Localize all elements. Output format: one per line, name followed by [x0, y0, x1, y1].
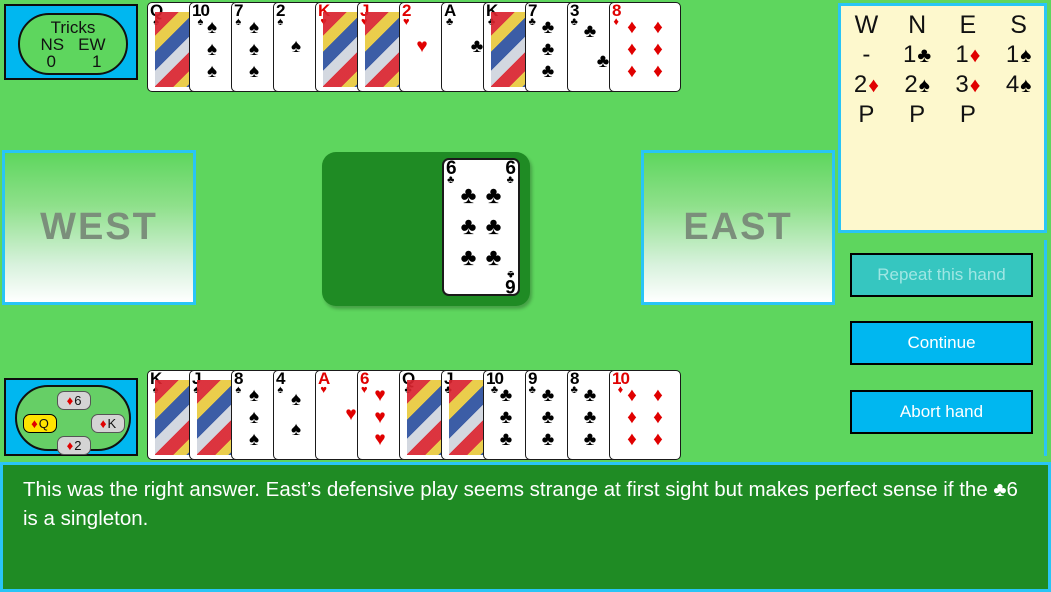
mini-rank: Q [38, 416, 49, 431]
bid-level: 4 [1005, 71, 1020, 98]
card-corner-top: 8 ♠ [234, 370, 244, 396]
mini-suit-icon: ♦ [99, 416, 107, 431]
mini-rank: K [107, 416, 117, 431]
tricks-oval: Tricks NS EW 0 1 [18, 13, 128, 75]
bid-header-S: S [1010, 10, 1027, 39]
bid-row-2: 2 ♦ 2 ♠ 3 ♦ 4 ♠ [841, 70, 1044, 100]
east-label: EAST [683, 206, 793, 248]
bid-level: - [862, 41, 871, 68]
bid-header-W: W [854, 10, 879, 39]
tricks-ns-label: NS [40, 34, 65, 54]
bid-cell-3-2: P [909, 103, 925, 127]
mini-suit-icon: ♦ [31, 416, 38, 431]
east-seat-panel[interactable]: EAST [641, 150, 835, 305]
bid-cell-1-4: 1 ♠ [1006, 43, 1032, 67]
bid-cell-3-3: P [960, 103, 976, 127]
bidding-box: WNES -1 ♣ 1 ♦ 1 ♠ 2 ♦ 2 ♠ 3 ♦ 4 ♠ P P P [838, 3, 1047, 233]
bid-suit-icon: ♦ [868, 73, 879, 97]
card-corner-top: 7 ♠ [234, 2, 244, 28]
bid-cell-2-3: 3 ♦ [955, 73, 980, 97]
tricks-panel: Tricks NS EW 0 1 [4, 4, 138, 80]
bid-level: 3 [955, 71, 969, 98]
card-corner-top: 8 ♣ [570, 370, 580, 396]
bid-level: 2 [904, 71, 918, 98]
card-corner-top: 10 ♣ [486, 370, 504, 396]
bid-level: P [909, 101, 926, 128]
continue-button[interactable]: Continue [850, 321, 1033, 365]
mini-suit-icon: ♦ [66, 393, 74, 408]
bid-level: 1 [955, 41, 969, 68]
bid-header-E: E [959, 10, 977, 39]
bid-suit-icon: ♠ [1020, 43, 1032, 67]
west-label: WEST [40, 206, 158, 248]
bid-level: P [858, 101, 875, 128]
previous-trick-panel[interactable]: ♦ 6 ♦ Q ♦ K ♦ 2 [4, 378, 138, 456]
bid-cell-1-1: - [862, 43, 870, 67]
card-corner-top: 4 ♠ [276, 370, 286, 396]
card-corner-top: A ♥ [318, 370, 330, 396]
mini-rank: 6 [74, 393, 82, 408]
card-corner-top: 8 ♦ [612, 2, 622, 28]
card-8-red[interactable]: 8 ♦ ♦ ♦ ♦ ♦ ♦ ♦ [609, 2, 681, 92]
bid-row-1: -1 ♣ 1 ♦ 1 ♠ [841, 40, 1044, 70]
card-corner-top: 2 ♥ [402, 2, 412, 28]
mini-rank: 2 [74, 438, 82, 453]
tricks-ew-value: 1 [92, 51, 102, 71]
previous-trick-card-east: ♦ K [91, 414, 125, 433]
message-bar: This was the right answer. East’s defens… [0, 462, 1051, 592]
bid-cell-2-2: 2 ♠ [904, 73, 930, 97]
bid-row-3: PPP [841, 100, 1044, 130]
bid-cell-1-2: 1 ♣ [903, 43, 931, 67]
card-corner-top: 6 ♣ [446, 158, 457, 187]
card-corner-top: A ♣ [444, 2, 456, 28]
bid-suit-icon: ♦ [969, 73, 981, 97]
bid-suit-icon: ♠ [918, 73, 930, 97]
bid-cell-2-1: 2 ♦ [854, 73, 879, 97]
card-corner-bottom: 6 ♣ [506, 267, 516, 296]
tricks-ew-label: EW [78, 34, 106, 54]
bid-suit-icon: ♦ [969, 43, 981, 67]
west-seat-panel[interactable]: WEST [2, 150, 196, 305]
card-corner-top: 6 ♥ [360, 370, 370, 396]
previous-trick-card-south: ♦ 2 [57, 436, 91, 455]
card-corner-top: 7 ♣ [528, 2, 538, 28]
card-pips: ♦ ♦ ♦ ♦ ♦ ♦ [627, 17, 663, 82]
tricks-side-labels: NS EW [40, 36, 105, 53]
bid-level: 1 [903, 41, 917, 68]
bid-level: 1 [1005, 41, 1020, 68]
previous-trick-oval: ♦ 6 ♦ Q ♦ K ♦ 2 [15, 385, 131, 455]
bidding-rows: -1 ♣ 1 ♦ 1 ♠ 2 ♦ 2 ♠ 3 ♦ 4 ♠ P P P [841, 40, 1044, 130]
tricks-title: Tricks [50, 17, 96, 37]
card-corner-top-right: 6 ♣ [505, 158, 516, 187]
card-corner-top: 2 ♠ [276, 2, 286, 28]
mini-suit-icon: ♦ [66, 438, 74, 453]
bid-suit-icon: ♣ [917, 43, 932, 67]
tricks-values: 0 1 [47, 53, 102, 70]
repeat-hand-button[interactable]: Repeat this hand [850, 253, 1033, 297]
previous-trick-card-north: ♦ 6 [57, 391, 91, 410]
card-corner-top: 9 ♣ [528, 370, 538, 396]
card-corner-top: 10 ♦ [612, 370, 630, 396]
trick-card-6-clubs[interactable]: 6 ♣ ♣ ♣ ♣ ♣ ♣ ♣ 6 ♣ 6 ♣ [442, 158, 520, 296]
card-10-red[interactable]: 10 ♦ ♦ ♦ ♦ ♦ ♦ ♦ [609, 370, 681, 460]
previous-trick-card-west: ♦ Q [23, 414, 57, 433]
bid-level: P [959, 101, 976, 128]
card-corner-top: 10 ♠ [192, 2, 210, 28]
bid-cell-3-1: P [858, 103, 874, 127]
card-corner-top: 3 ♣ [570, 2, 580, 28]
bid-level: 2 [853, 71, 868, 98]
message-part-1: This was the right answer. East’s defens… [23, 478, 994, 501]
bid-cell-1-3: 1 ♦ [955, 43, 980, 67]
message-text: This was the right answer. East’s defens… [23, 475, 1028, 534]
bid-header-N: N [908, 10, 927, 39]
bridge-game-screen: Tricks NS EW 0 1 Q♠10♠♠♠♠♠♠♠7♠♠♠♠♠♠♠2♠♠♠… [0, 0, 1051, 592]
abort-hand-button[interactable]: Abort hand [850, 390, 1033, 434]
bid-suit-icon: ♠ [1020, 73, 1032, 97]
tricks-ns-value: 0 [46, 51, 56, 71]
club-suit-icon: ♣ [993, 479, 1007, 501]
bid-cell-2-4: 4 ♠ [1006, 73, 1032, 97]
bidding-header-row: WN E S [841, 10, 1044, 40]
